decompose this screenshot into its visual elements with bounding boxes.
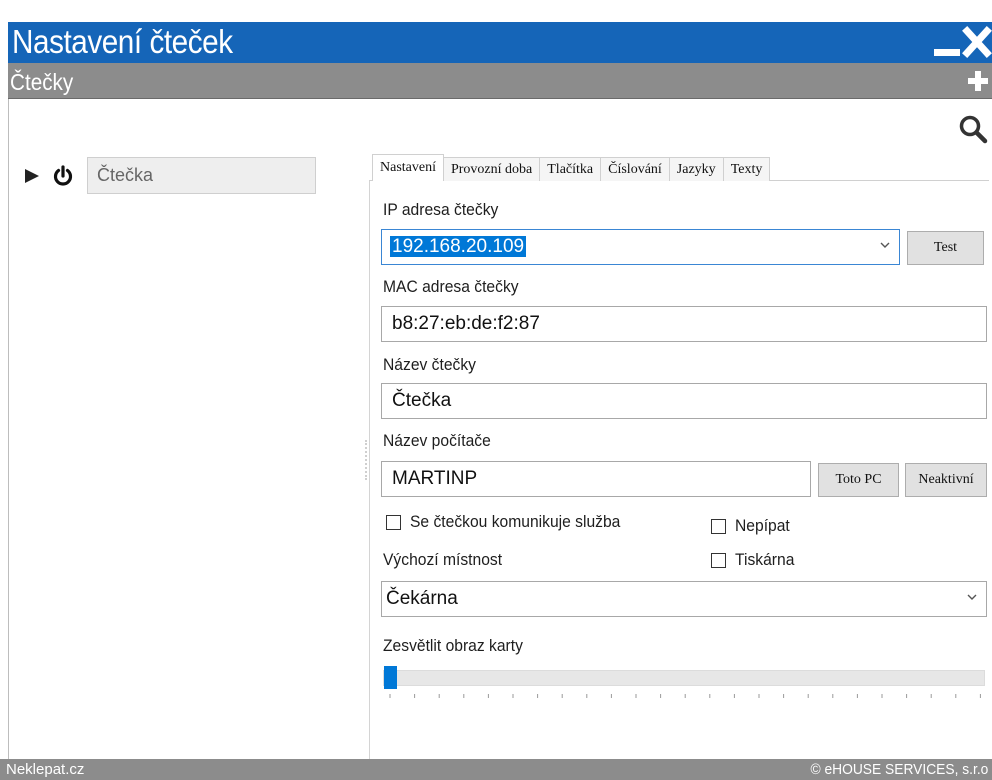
window-left-border: [8, 99, 9, 759]
tab-operating-hours[interactable]: Provozní doba: [442, 157, 541, 181]
tab-languages[interactable]: Jazyky: [668, 157, 724, 181]
ip-address-combobox[interactable]: 192.168.20.109: [381, 229, 900, 265]
brighten-slider-ticks: [389, 694, 981, 698]
default-room-select[interactable]: Čekárna: [381, 581, 987, 617]
footer-brand: Neklepat.cz: [6, 761, 85, 778]
printer-checkbox-box[interactable]: [711, 552, 726, 568]
no-beep-checkbox-box[interactable]: [711, 518, 726, 534]
reader-expand-button[interactable]: [24, 168, 40, 184]
reader-name-label: Název čtečky: [383, 355, 477, 374]
footer-copyright: © eHOUSE SERVICES, s.r.o: [810, 761, 988, 778]
search-button[interactable]: [958, 114, 990, 144]
chevron-down-icon: [880, 242, 890, 248]
reader-power-button[interactable]: [52, 165, 74, 187]
minimize-button[interactable]: [932, 32, 962, 58]
plus-icon: [968, 71, 988, 91]
tab-buttons[interactable]: Tlačítka: [539, 157, 602, 181]
section-bar: Čtečky: [8, 63, 992, 99]
mac-address-field[interactable]: b8:27:eb:de:f2:87: [381, 306, 987, 342]
service-checkbox[interactable]: Se čtečkou komunikuje služba: [386, 512, 639, 532]
tab-numbering[interactable]: Číslování: [600, 157, 670, 181]
tab-texts[interactable]: Texty: [722, 157, 771, 181]
close-icon: [962, 26, 992, 58]
search-icon: [959, 115, 988, 144]
status-bar: Neklepat.cz © eHOUSE SERVICES, s.r.o: [0, 759, 992, 780]
service-checkbox-label: Se čtečkou komunikuje služba: [410, 512, 621, 531]
ip-address-label: IP adresa čtečky: [383, 200, 499, 219]
ip-address-value: 192.168.20.109: [390, 236, 527, 257]
no-beep-checkbox-label: Nepípat: [735, 516, 790, 535]
triangle-right-icon: [25, 169, 39, 183]
this-pc-button[interactable]: Toto PC: [818, 463, 899, 497]
window-title: Nastavení čteček: [12, 23, 233, 60]
no-beep-checkbox[interactable]: Nepípat: [711, 516, 795, 536]
mac-address-label: MAC adresa čtečky: [383, 277, 519, 296]
inactive-button[interactable]: Neaktivní: [905, 463, 987, 497]
printer-checkbox-label: Tiskárna: [735, 550, 795, 569]
service-checkbox-box[interactable]: [386, 514, 401, 530]
brighten-label: Zesvětlit obraz karty: [383, 636, 523, 655]
minimize-icon: [934, 49, 960, 56]
reader-list-item[interactable]: Čtečka: [87, 157, 316, 194]
power-icon: [53, 165, 73, 186]
computer-name-field[interactable]: MARTINP: [381, 461, 811, 497]
brighten-slider-thumb[interactable]: [384, 666, 397, 689]
default-room-label: Výchozí místnost: [383, 550, 503, 569]
close-button[interactable]: [962, 26, 992, 58]
computer-name-label: Název počítače: [383, 431, 491, 450]
brighten-slider[interactable]: [383, 664, 987, 708]
tab-bar: Nastavení Provozní doba Tlačítka Číslová…: [372, 154, 771, 181]
section-title: Čtečky: [10, 69, 74, 95]
chevron-down-icon: [967, 594, 977, 600]
printer-checkbox[interactable]: Tiskárna: [711, 550, 800, 570]
test-button[interactable]: Test: [907, 231, 984, 265]
add-reader-button[interactable]: [966, 69, 990, 93]
panel-splitter[interactable]: [365, 440, 368, 480]
title-bar: Nastavení čteček: [8, 22, 992, 63]
reader-name-field[interactable]: Čtečka: [381, 383, 987, 419]
tab-settings[interactable]: Nastavení: [372, 154, 444, 181]
default-room-value: Čekárna: [386, 588, 458, 609]
